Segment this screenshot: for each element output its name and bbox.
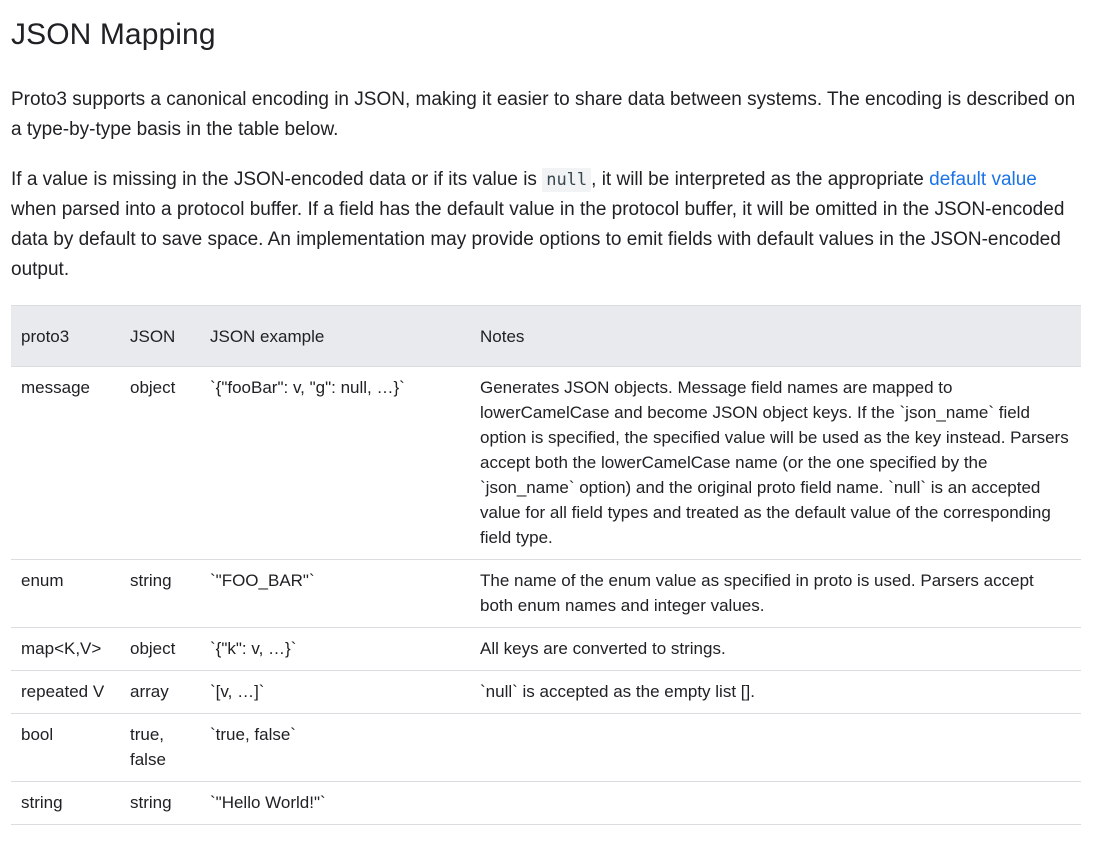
default-value-link[interactable]: default value <box>929 169 1037 190</box>
cell-json: true, false <box>120 713 200 782</box>
cell-notes <box>470 713 1081 782</box>
header-row: proto3 JSON JSON example Notes <box>11 305 1081 367</box>
header-proto3: proto3 <box>11 305 120 367</box>
null-code: null <box>542 168 592 192</box>
cell-proto3: repeated V <box>11 670 120 714</box>
table-row: bool true, false `true, false` <box>11 713 1081 782</box>
table-body: message object `{"fooBar": v, "g": null,… <box>11 366 1081 825</box>
cell-notes: Generates JSON objects. Message field na… <box>470 366 1081 560</box>
cell-json: array <box>120 670 200 714</box>
cell-example: `{"fooBar": v, "g": null, …}` <box>200 366 470 560</box>
cell-proto3: message <box>11 366 120 560</box>
cell-example: `{"k": v, …}` <box>200 627 470 671</box>
table-row: string string `"Hello World!"` <box>11 781 1081 825</box>
cell-json: object <box>120 366 200 560</box>
cell-json: string <box>120 559 200 628</box>
paragraph-text: If a value is missing in the JSON-encode… <box>11 169 543 190</box>
cell-example: `"FOO_BAR"` <box>200 559 470 628</box>
null-value-paragraph: If a value is missing in the JSON-encode… <box>11 165 1081 285</box>
cell-json: object <box>120 627 200 671</box>
table-row: enum string `"FOO_BAR"` The name of the … <box>11 559 1081 628</box>
cell-notes: `null` is accepted as the empty list []. <box>470 670 1081 714</box>
header-notes: Notes <box>470 305 1081 367</box>
cell-proto3: map<K,V> <box>11 627 120 671</box>
header-json: JSON <box>120 305 200 367</box>
paragraph-text: when parsed into a protocol buffer. If a… <box>11 199 1065 280</box>
table-header: proto3 JSON JSON example Notes <box>11 305 1081 367</box>
json-mapping-table: proto3 JSON JSON example Notes message o… <box>11 305 1081 825</box>
cell-example: `[v, …]` <box>200 670 470 714</box>
table-row: message object `{"fooBar": v, "g": null,… <box>11 366 1081 560</box>
paragraph-text: , it will be interpreted as the appropri… <box>591 169 930 190</box>
table-row: map<K,V> object `{"k": v, …}` All keys a… <box>11 627 1081 671</box>
header-json-example: JSON example <box>200 305 470 367</box>
cell-proto3: enum <box>11 559 120 628</box>
intro-paragraph: Proto3 supports a canonical encoding in … <box>11 89 1076 140</box>
cell-example: `true, false` <box>200 713 470 782</box>
cell-proto3: bool <box>11 713 120 782</box>
cell-proto3: string <box>11 781 120 825</box>
cell-example: `"Hello World!"` <box>200 781 470 825</box>
cell-notes: All keys are converted to strings. <box>470 627 1081 671</box>
cell-json: string <box>120 781 200 825</box>
cell-notes <box>470 781 1081 825</box>
cell-notes: The name of the enum value as specified … <box>470 559 1081 628</box>
table-row: repeated V array `[v, …]` `null` is acce… <box>11 670 1081 714</box>
page-title: JSON Mapping <box>11 18 216 51</box>
